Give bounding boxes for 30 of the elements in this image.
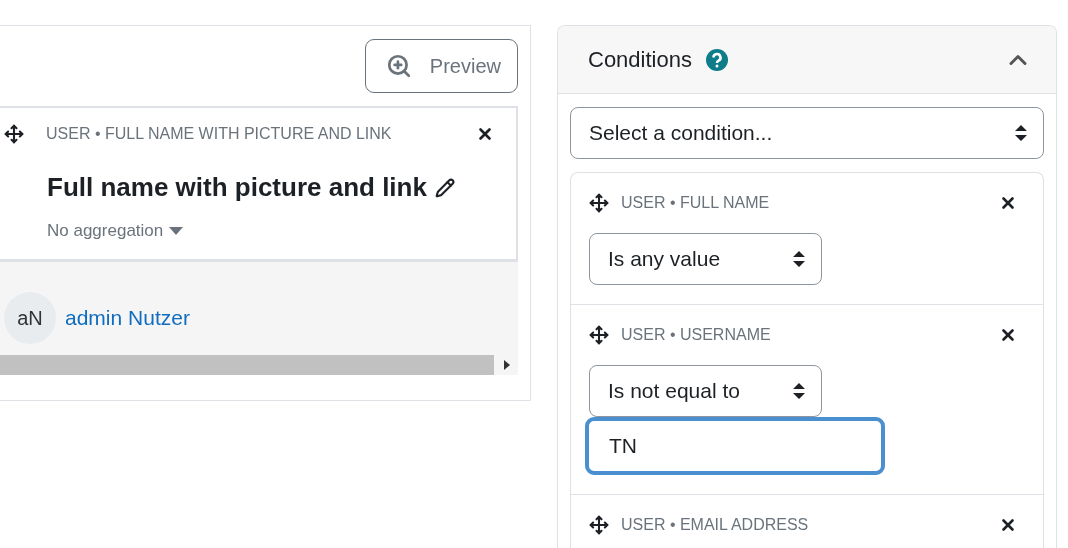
aggregation-dropdown[interactable]: No aggregation	[47, 221, 184, 241]
help-icon[interactable]	[705, 48, 728, 71]
move-icon[interactable]	[589, 325, 609, 345]
preview-button[interactable]: Preview	[364, 39, 518, 93]
close-icon[interactable]	[999, 516, 1017, 534]
conditions-title: Conditions	[588, 46, 692, 73]
condition-heading: USER • USERNAME	[621, 326, 772, 344]
zoom-in-icon	[385, 53, 412, 79]
operator-select[interactable]: Is not equal to	[589, 365, 822, 417]
condition-select[interactable]: Select a condition...	[570, 107, 1044, 159]
condition-heading: USER • EMAIL ADDRESS	[621, 516, 810, 534]
condition-heading: USER • FULL NAME	[621, 194, 771, 212]
move-icon[interactable]	[589, 193, 609, 213]
move-icon[interactable]	[589, 515, 609, 535]
column-title: Full name with picture and link	[47, 172, 427, 203]
close-icon[interactable]	[999, 194, 1017, 212]
user-link[interactable]: admin Nutzer	[65, 306, 190, 330]
column-heading: USER • FULL NAME WITH PICTURE AND LINK	[46, 125, 393, 143]
close-icon[interactable]	[999, 326, 1017, 344]
value-field[interactable]: TN	[585, 417, 885, 475]
sort-arrows-icon	[793, 383, 805, 399]
user-avatar: aN	[4, 292, 56, 344]
caret-icon	[169, 227, 184, 235]
move-icon[interactable]	[4, 124, 24, 144]
close-icon[interactable]	[476, 125, 494, 143]
sort-arrows-icon	[793, 251, 805, 267]
sort-arrows-icon	[1015, 125, 1027, 141]
operator-select[interactable]: Is any value	[589, 233, 822, 285]
pencil-icon[interactable]	[434, 177, 455, 198]
scrollbar-thumb[interactable]	[0, 354, 494, 375]
